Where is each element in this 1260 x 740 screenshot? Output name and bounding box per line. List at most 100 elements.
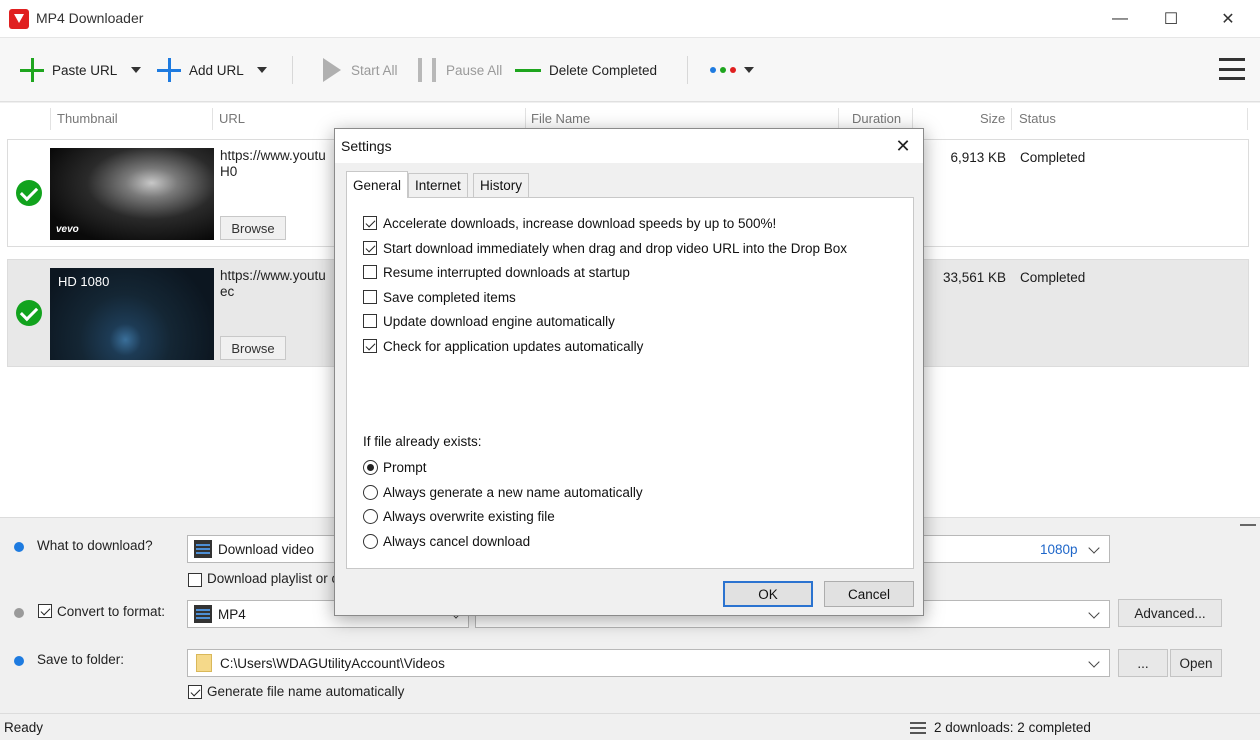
option-label: Save completed items [383, 289, 516, 305]
tab-general[interactable]: General [346, 171, 409, 198]
paste-url-button[interactable]: Paste URL [20, 58, 117, 82]
hd-badge: HD 1080 [58, 274, 110, 289]
option-label: Always generate a new name automatically [383, 484, 643, 500]
film-icon [194, 540, 212, 558]
prompt-radio-option[interactable]: Prompt [363, 458, 427, 476]
video-thumbnail: vevo [50, 148, 214, 240]
url-text: https://www.youtu [220, 268, 326, 283]
minimize-button[interactable]: — [1092, 0, 1148, 38]
add-url-label: Add URL [189, 62, 244, 78]
completed-check-icon [16, 300, 42, 326]
checkbox[interactable] [363, 265, 377, 279]
tab-history[interactable]: History [473, 173, 530, 197]
chevron-down-icon [1088, 542, 1100, 554]
add-url-dropdown[interactable] [257, 58, 267, 82]
update-engine-option[interactable]: Update download engine automatically [363, 312, 615, 330]
folder-path-select[interactable]: C:\Users\WDAGUtilityAccount\Videos [187, 649, 1110, 677]
color-theme-button[interactable] [710, 58, 754, 82]
status-bar: Ready 2 downloads: 2 completed [0, 713, 1260, 740]
download-playlist-checkbox[interactable] [188, 573, 202, 587]
settings-dialog: Settings ✕ General Internet History Acce… [334, 128, 924, 616]
radio-button[interactable] [363, 533, 378, 549]
checkbox[interactable] [363, 339, 377, 353]
caret-down-icon [131, 67, 141, 73]
column-duration[interactable]: Duration [852, 111, 901, 126]
toolbar-divider [687, 56, 688, 84]
option-label: Start download immediately when drag and… [383, 240, 848, 256]
ok-button[interactable]: OK [723, 581, 813, 607]
dialog-title-bar: Settings ✕ [335, 129, 923, 163]
minus-icon [515, 68, 541, 72]
collapse-icon[interactable] [1240, 524, 1256, 526]
option-label: Prompt [383, 459, 427, 475]
convert-format-label: Convert to format: [57, 604, 166, 619]
chevron-down-icon [1088, 656, 1100, 668]
pause-icon [418, 58, 436, 82]
column-status[interactable]: Status [1019, 111, 1056, 126]
vevo-logo: vevo [56, 224, 79, 235]
radio-button[interactable] [363, 484, 378, 500]
completed-check-icon [16, 180, 42, 206]
column-size[interactable]: Size [980, 111, 1005, 126]
dialog-close-icon[interactable]: ✕ [891, 134, 915, 158]
color-dot [720, 67, 726, 73]
radio-button[interactable] [363, 459, 378, 475]
folder-icon [196, 654, 212, 672]
checkbox[interactable] [363, 216, 377, 230]
browse-button[interactable]: Browse [220, 336, 286, 360]
radio-button[interactable] [363, 508, 378, 524]
browse-folder-button[interactable]: ... [1118, 649, 1168, 677]
url-text: https://www.youtu [220, 148, 326, 163]
checkbox[interactable] [363, 290, 377, 304]
paste-url-label: Paste URL [52, 62, 118, 78]
open-folder-button[interactable]: Open [1170, 649, 1222, 677]
start-immediately-option[interactable]: Start download immediately when drag and… [363, 239, 847, 257]
check-updates-option[interactable]: Check for application updates automatica… [363, 337, 643, 355]
resume-downloads-option[interactable]: Resume interrupted downloads at startup [363, 263, 630, 281]
what-to-download-label: What to download? [37, 538, 153, 553]
file-exists-label: If file already exists: [363, 434, 482, 449]
column-divider [1011, 108, 1012, 130]
delete-completed-button[interactable]: Delete Completed [515, 58, 657, 82]
quality-value[interactable]: 1080p [1040, 542, 1078, 557]
add-url-button[interactable]: Add URL [157, 58, 244, 82]
cancel-button[interactable]: Cancel [824, 581, 914, 607]
caret-down-icon [257, 67, 267, 73]
new-name-radio-option[interactable]: Always generate a new name automatically [363, 483, 643, 501]
toolbar: Paste URL Add URL Start All Pause All De… [0, 38, 1260, 102]
step-dot-icon [14, 542, 24, 552]
start-all-label: Start All [351, 62, 398, 78]
video-thumbnail: HD 1080 [50, 268, 214, 360]
save-completed-option[interactable]: Save completed items [363, 288, 516, 306]
pause-all-button[interactable]: Pause All [418, 58, 502, 82]
advanced-button[interactable]: Advanced... [1118, 599, 1222, 627]
checkbox[interactable] [363, 241, 377, 255]
column-thumbnail[interactable]: Thumbnail [57, 111, 118, 126]
column-file-name[interactable]: File Name [531, 111, 590, 126]
maximize-button[interactable]: ☐ [1143, 0, 1199, 38]
convert-format-checkbox[interactable] [38, 604, 52, 618]
toolbar-divider [292, 56, 293, 84]
film-icon [194, 605, 212, 623]
color-dots-icon [710, 67, 736, 73]
chevron-down-icon [1088, 607, 1100, 619]
column-divider [912, 108, 913, 130]
url-text-cont: ec [220, 284, 235, 299]
tab-internet[interactable]: Internet [408, 173, 468, 197]
column-url[interactable]: URL [219, 111, 245, 126]
step-dot-icon [14, 656, 24, 666]
column-divider [50, 108, 51, 130]
close-button[interactable]: ✕ [1200, 0, 1256, 38]
option-label: Accelerate downloads, increase download … [383, 215, 777, 231]
start-all-button[interactable]: Start All [323, 58, 398, 82]
accelerate-option[interactable]: Accelerate downloads, increase download … [363, 214, 776, 232]
checkbox[interactable] [363, 314, 377, 328]
download-summary-text: 2 downloads: 2 completed [934, 720, 1091, 735]
paste-url-dropdown[interactable] [131, 58, 141, 82]
column-divider [212, 108, 213, 130]
browse-button[interactable]: Browse [220, 216, 286, 240]
menu-hamburger-icon[interactable] [1219, 58, 1245, 80]
overwrite-radio-option[interactable]: Always overwrite existing file [363, 507, 555, 525]
generate-name-checkbox[interactable] [188, 685, 202, 699]
cancel-download-radio-option[interactable]: Always cancel download [363, 532, 530, 550]
